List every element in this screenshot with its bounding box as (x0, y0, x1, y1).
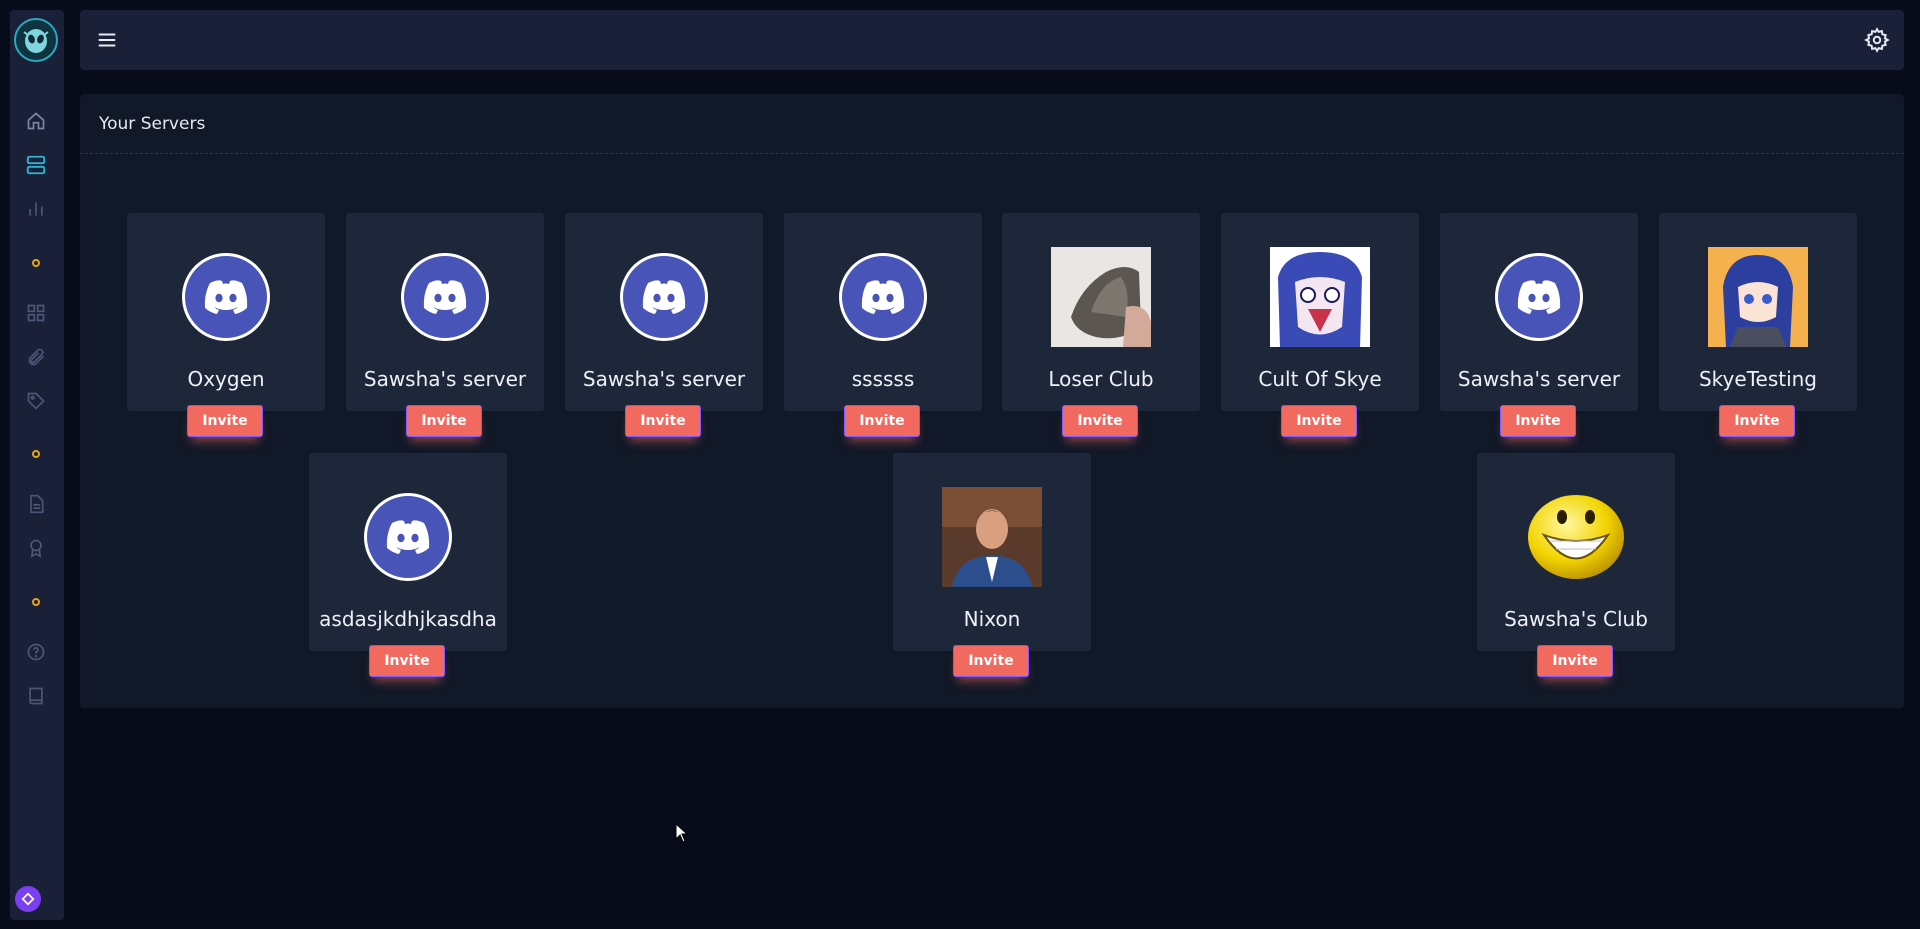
server-name: Sawsha's server (582, 367, 746, 391)
server-name: Sawsha's Club (1504, 607, 1648, 631)
dot-icon (32, 259, 40, 267)
server-card[interactable]: Sawsha's Club (1477, 453, 1675, 651)
server-card[interactable]: Sawsha's server (346, 213, 544, 411)
server-name: Sawsha's server (363, 367, 527, 391)
invite-button[interactable]: Invite (1537, 645, 1613, 677)
top-bar (80, 10, 1904, 70)
home-icon[interactable] (25, 110, 47, 132)
sidebar (10, 10, 64, 920)
dot-icon (32, 598, 40, 606)
invite-button[interactable]: Invite (406, 405, 482, 437)
invite-button[interactable]: Invite (1281, 405, 1357, 437)
server-card[interactable]: ssssss (784, 213, 982, 411)
server-name: Cult Of Skye (1258, 367, 1382, 391)
server-name: ssssss (851, 367, 915, 391)
server-card[interactable]: SkyeTesting (1659, 213, 1857, 411)
tag-icon[interactable] (25, 390, 47, 412)
discord-default-icon (833, 247, 933, 347)
invite-button[interactable]: Invite (1062, 405, 1138, 437)
discord-default-icon (395, 247, 495, 347)
server-card[interactable]: Nixon (893, 453, 1091, 651)
grid-icon[interactable] (25, 302, 47, 324)
panel-title: Your Servers (99, 114, 206, 134)
invite-button[interactable]: Invite (625, 405, 701, 437)
invite-button[interactable]: Invite (953, 645, 1029, 677)
book-icon[interactable] (25, 685, 47, 707)
server-name: Sawsha's server (1457, 367, 1621, 391)
anime-girl-image (1708, 247, 1808, 347)
server-card[interactable]: Oxygen (127, 213, 325, 411)
grinning-smiley-image (1526, 487, 1626, 587)
server-card[interactable]: Sawsha's server (565, 213, 763, 411)
photo-hand-image (1051, 247, 1151, 347)
invite-button[interactable]: Invite (187, 405, 263, 437)
portrait-photo-image (942, 487, 1042, 587)
discord-default-icon (1489, 247, 1589, 347)
anime-face-image (1270, 247, 1370, 347)
invite-button[interactable]: Invite (1719, 405, 1795, 437)
server-name: Oxygen (187, 367, 265, 391)
server-card[interactable]: Sawsha's server (1440, 213, 1638, 411)
server-card[interactable]: Cult Of Skye (1221, 213, 1419, 411)
mouse-cursor-icon (675, 822, 689, 847)
server-card[interactable]: Loser Club (1002, 213, 1200, 411)
hamburger-menu-icon[interactable] (96, 29, 118, 51)
divider (80, 153, 1904, 154)
invite-button[interactable]: Invite (1500, 405, 1576, 437)
servers-icon[interactable] (25, 154, 47, 176)
server-name: Nixon (963, 607, 1021, 631)
discord-default-icon (614, 247, 714, 347)
discord-default-icon (358, 487, 458, 587)
server-card[interactable]: asdasjkdhjkasdha (309, 453, 507, 651)
server-name: asdasjkdhjkasdha (319, 607, 497, 631)
invite-button[interactable]: Invite (844, 405, 920, 437)
gear-icon[interactable] (1864, 27, 1890, 53)
server-name: Loser Club (1048, 367, 1154, 391)
document-icon[interactable] (25, 493, 47, 515)
navigate-icon[interactable] (15, 886, 41, 912)
servers-panel: Your Servers Oxygen Invite Sawsha's serv… (80, 94, 1904, 708)
bar-chart-icon[interactable] (25, 198, 47, 220)
award-icon[interactable] (25, 537, 47, 559)
help-circle-icon[interactable] (25, 641, 47, 663)
dot-icon (32, 450, 40, 458)
paperclip-icon[interactable] (25, 346, 47, 368)
discord-default-icon (176, 247, 276, 347)
alien-logo-icon[interactable] (14, 18, 58, 62)
invite-button[interactable]: Invite (369, 645, 445, 677)
server-name: SkyeTesting (1698, 367, 1818, 391)
